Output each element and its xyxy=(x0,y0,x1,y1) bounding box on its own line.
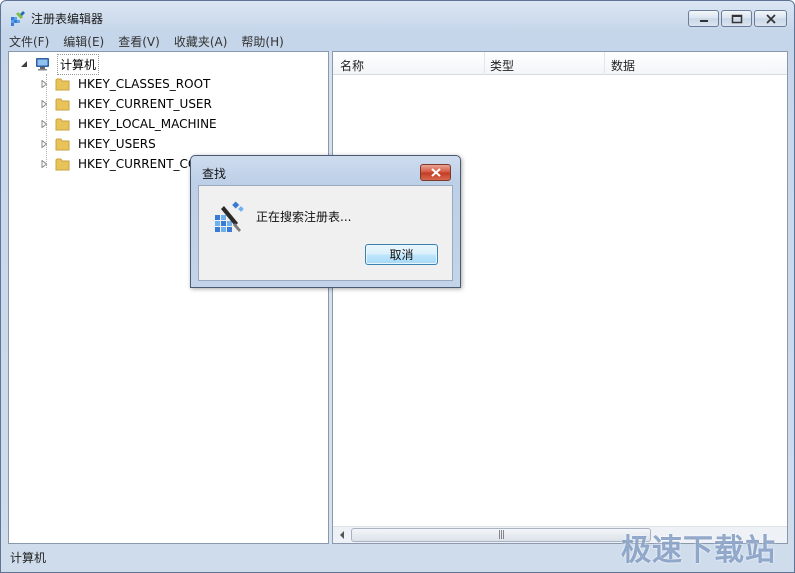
tree-item-label: HKEY_LOCAL_MACHINE xyxy=(78,117,217,131)
menu-file[interactable]: 文件(F) xyxy=(2,31,56,50)
menu-bar: 文件(F) 编辑(E) 查看(V) 收藏夹(A) 帮助(H) xyxy=(2,31,793,50)
expand-arrow-icon[interactable] xyxy=(39,79,49,89)
folder-icon xyxy=(55,138,70,151)
folder-icon xyxy=(55,98,70,111)
column-data[interactable]: 数据 xyxy=(611,57,635,74)
tree-item-label: HKEY_CURRENT_USER xyxy=(78,97,212,111)
column-name[interactable]: 名称 xyxy=(340,57,364,74)
registry-tree-pane[interactable]: 计算机 HKEY_CLASSES_ROOT HKEY_CURRENT_USER … xyxy=(8,51,329,544)
column-header: 名称 类型 数据 xyxy=(333,52,787,75)
scrollbar-thumb[interactable]: ||| xyxy=(351,528,651,542)
menu-help[interactable]: 帮助(H) xyxy=(234,31,290,50)
title-bar[interactable]: 注册表编辑器 xyxy=(1,1,794,31)
column-divider[interactable] xyxy=(484,52,485,75)
watermark: 极速下载站 xyxy=(621,533,776,568)
close-icon xyxy=(430,168,441,177)
caption-buttons xyxy=(688,10,787,27)
close-icon xyxy=(765,13,776,24)
maximize-button[interactable] xyxy=(721,10,752,27)
regedit-icon xyxy=(11,11,25,26)
expand-arrow-icon[interactable] xyxy=(39,139,49,149)
cancel-button[interactable]: 取消 xyxy=(365,244,438,265)
grip-icon: ||| xyxy=(497,530,505,540)
scroll-left-icon[interactable] xyxy=(337,530,347,540)
values-list-pane[interactable]: 名称 类型 数据 ||| xyxy=(332,51,788,544)
tree-item-hku[interactable]: HKEY_USERS xyxy=(39,134,158,154)
expand-arrow-icon[interactable] xyxy=(39,119,49,129)
menu-edit[interactable]: 编辑(E) xyxy=(56,31,111,50)
collapse-arrow-icon[interactable] xyxy=(19,59,29,69)
computer-icon xyxy=(36,58,49,71)
dialog-close-button[interactable] xyxy=(420,164,451,181)
folder-icon xyxy=(55,158,70,171)
registry-search-icon xyxy=(215,201,244,232)
tree-item-hklm[interactable]: HKEY_LOCAL_MACHINE xyxy=(39,114,219,134)
column-type[interactable]: 类型 xyxy=(490,57,514,74)
expand-arrow-icon[interactable] xyxy=(39,159,49,169)
tree-item-hkcr[interactable]: HKEY_CLASSES_ROOT xyxy=(39,74,212,94)
folder-icon xyxy=(55,78,70,91)
dialog-body: 正在搜索注册表... 取消 xyxy=(198,185,453,281)
close-button[interactable] xyxy=(754,10,787,27)
minimize-button[interactable] xyxy=(688,10,719,27)
column-divider[interactable] xyxy=(604,52,605,75)
dialog-message: 正在搜索注册表... xyxy=(256,210,352,224)
tree-item-label: HKEY_CLASSES_ROOT xyxy=(78,77,211,91)
window-title: 注册表编辑器 xyxy=(31,12,104,26)
find-dialog: 查找 正在搜索注册表... 取消 xyxy=(190,155,461,288)
expand-arrow-icon[interactable] xyxy=(39,99,49,109)
status-path: 计算机 xyxy=(10,551,47,565)
menu-favorites[interactable]: 收藏夹(A) xyxy=(167,31,235,50)
tree-item-label: HKEY_USERS xyxy=(78,137,156,151)
folder-icon xyxy=(55,118,70,131)
minimize-icon xyxy=(699,19,708,22)
tree-item-computer[interactable]: 计算机 xyxy=(19,53,100,75)
tree-item-hkcu[interactable]: HKEY_CURRENT_USER xyxy=(39,94,214,114)
tree-root-label: 计算机 xyxy=(57,53,100,75)
maximize-icon xyxy=(731,14,742,23)
menu-view[interactable]: 查看(V) xyxy=(111,31,167,50)
dialog-title: 查找 xyxy=(202,167,227,181)
